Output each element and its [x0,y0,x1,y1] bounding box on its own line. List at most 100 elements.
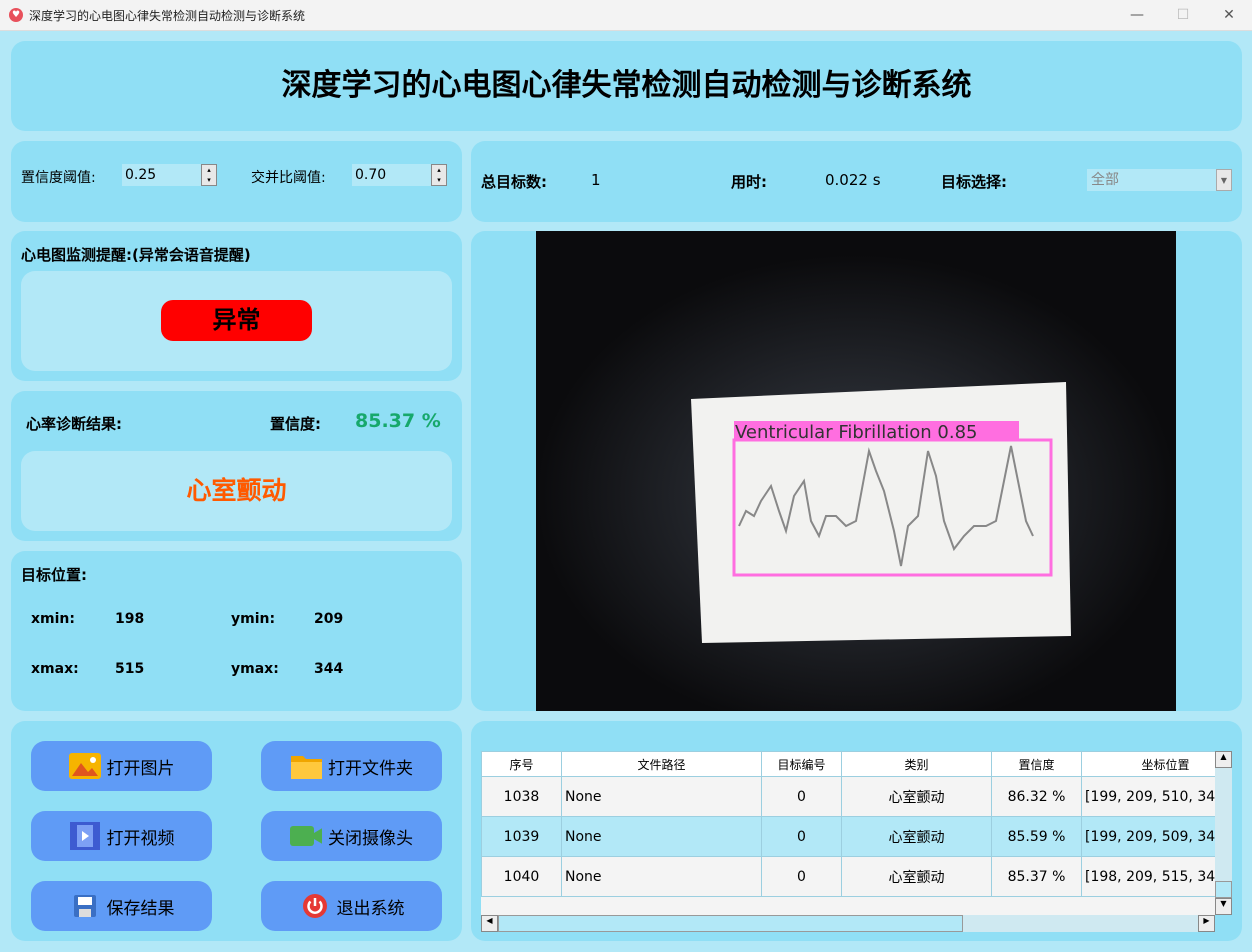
scroll-down-icon[interactable]: ▼ [1215,898,1232,915]
xmax-value: 515 [115,661,145,677]
alert-status-badge: 异常 [161,300,312,341]
open-video-label: 打开视频 [106,828,175,849]
save-results-button[interactable]: 保存结果 [31,881,212,931]
exit-label: 退出系统 [336,898,405,919]
table-cell: None [561,776,762,817]
save-icon [69,892,101,920]
open-video-button[interactable]: 打开视频 [31,811,212,861]
app-heart-icon: ♥ [9,8,23,22]
column-header[interactable]: 坐标位置 [1081,751,1215,777]
total-targets-label: 总目标数: [481,173,547,191]
vertical-scrollbar[interactable]: ▲ ▼ [1215,751,1232,915]
time-value: 0.022 s [825,171,881,189]
table-cell: 心室颤动 [841,776,992,817]
header-panel: 深度学习的心电图心律失常检测自动检测与诊断系统 [11,41,1242,131]
table-cell: 0 [761,856,842,897]
close-camera-label: 关闭摄像头 [328,828,413,849]
save-results-label: 保存结果 [106,898,175,919]
iou-threshold-value: 0.70 [355,167,387,183]
maximize-button[interactable]: ☐ [1160,0,1206,31]
position-label: 目标位置: [21,566,87,584]
table-cell: 1038 [481,776,562,817]
hscroll-thumb[interactable] [498,915,963,932]
table-cell: 1040 [481,856,562,897]
target-select-label: 目标选择: [941,173,1007,191]
confidence-label: 置信度: [270,415,321,433]
position-panel: 目标位置: xmin: 198 ymin: 209 xmax: 515 ymax… [11,551,462,711]
close-camera-button[interactable]: 关闭摄像头 [261,811,442,861]
scroll-thumb[interactable] [1215,881,1232,898]
ymax-label: ymax: [231,661,279,677]
power-icon [299,892,331,920]
table-cell: None [561,816,762,857]
target-select-dropdown[interactable]: 全部 ▼ [1087,169,1232,191]
ymax-value: 344 [314,661,344,677]
target-select-value: 全部 [1091,172,1119,188]
table-row[interactable]: 1039None0心室颤动85.59 %[199, 209, 509, 344] [481,816,1215,857]
detection-label: Ventricular Fibrillation 0.85 [735,422,978,443]
table-cell: None [561,856,762,897]
total-targets-value: 1 [591,171,601,189]
results-table: 1037None0心室颤动86.41 %[200, 208, 506, 343]… [481,751,1215,915]
table-cell: 心室颤动 [841,816,992,857]
diagnosis-label: 心率诊断结果: [26,415,122,433]
spin-arrows-icon[interactable]: ▴ ▾ [201,164,217,186]
table-cell: 1039 [481,816,562,857]
ymin-value: 209 [314,611,344,627]
table-cell: [199, 209, 510, 344] [1081,776,1215,817]
conf-threshold-label: 置信度阈值: [21,170,96,186]
scroll-right-icon[interactable]: ▶ [1198,915,1215,932]
conf-threshold-value: 0.25 [125,167,157,183]
scroll-up-icon[interactable]: ▲ [1215,751,1232,768]
column-header[interactable]: 置信度 [991,751,1082,777]
open-image-button[interactable]: 打开图片 [31,741,212,791]
camera-icon [290,822,322,850]
diagnosis-panel: 心率诊断结果: 置信度: 85.37 % 心室颤动 [11,391,462,541]
column-header[interactable]: 类别 [841,751,992,777]
xmax-label: xmax: [31,661,79,677]
stats-panel: 总目标数: 1 用时: 0.022 s 目标选择: 全部 ▼ [471,141,1242,222]
table-cell: 0 [761,776,842,817]
xmin-label: xmin: [31,611,75,627]
open-folder-button[interactable]: 打开文件夹 [261,741,442,791]
ymin-label: ymin: [231,611,276,627]
spin-arrows-icon[interactable]: ▴ ▾ [431,164,447,186]
params-panel: 置信度阈值: 0.25 ▴ ▾ 交并比阈值: 0.70 ▴ ▾ [11,141,462,222]
minimize-button[interactable]: — [1114,0,1160,31]
table-row[interactable]: 1040None0心室颤动85.37 %[198, 209, 515, 344] [481,856,1215,897]
table-cell: 85.59 % [991,816,1082,857]
page-title: 深度学习的心电图心律失常检测自动检测与诊断系统 [281,68,972,103]
open-folder-label: 打开文件夹 [328,758,413,779]
table-cell: 86.32 % [991,776,1082,817]
detection-image: Ventricular Fibrillation 0.85 [536,231,1176,711]
alert-box: 异常 [21,271,452,371]
image-panel: Ventricular Fibrillation 0.85 [471,231,1242,711]
column-header[interactable]: 目标编号 [761,751,842,777]
iou-threshold-spinbox[interactable]: 0.70 ▴ ▾ [352,164,447,186]
scroll-left-icon[interactable]: ◀ [481,915,498,932]
folder-icon [290,752,322,780]
close-button[interactable]: ✕ [1206,0,1252,31]
column-header[interactable]: 序号 [481,751,562,777]
table-cell: 0 [761,816,842,857]
table-cell: [198, 209, 515, 344] [1081,856,1215,897]
results-panel: 1037None0心室颤动86.41 %[200, 208, 506, 343]… [471,721,1242,941]
video-icon [69,822,101,850]
horizontal-scrollbar[interactable]: ◀ ▶ [481,915,1215,932]
table-row[interactable]: 1038None0心室颤动86.32 %[199, 209, 510, 344] [481,776,1215,817]
table-cell: 85.37 % [991,856,1082,897]
window-title: 深度学习的心电图心律失常检测自动检测与诊断系统 [29,8,306,23]
table-cell: 心室颤动 [841,856,992,897]
ecg-photo: Ventricular Fibrillation 0.85 [536,231,1176,711]
table-cell: [199, 209, 509, 344] [1081,816,1215,857]
column-header[interactable]: 文件路径 [561,751,762,777]
time-label: 用时: [731,173,767,191]
xmin-value: 198 [115,611,145,627]
confidence-value: 85.37 % [355,410,441,432]
conf-threshold-spinbox[interactable]: 0.25 ▴ ▾ [122,164,217,186]
exit-button[interactable]: 退出系统 [261,881,442,931]
image-icon [68,752,101,780]
chevron-down-icon[interactable]: ▼ [1216,169,1232,191]
open-image-label: 打开图片 [106,758,175,779]
alert-label: 心电图监测提醒:(异常会语音提醒) [21,246,251,264]
